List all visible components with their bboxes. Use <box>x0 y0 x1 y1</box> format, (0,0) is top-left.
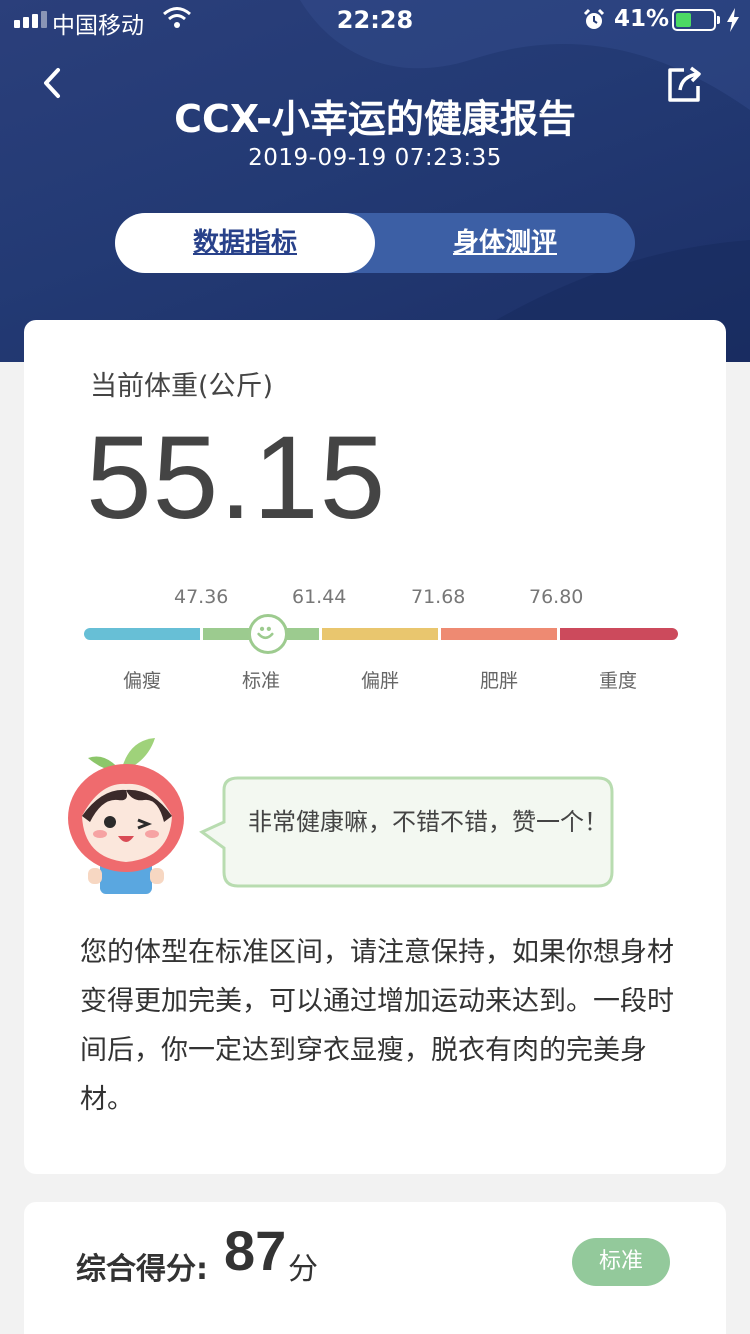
threshold-label: 76.80 <box>529 586 584 608</box>
tab-data-indicators[interactable]: 数据指标 <box>115 213 375 273</box>
category-label: 标准 <box>241 670 280 692</box>
score-value: 87 <box>224 1219 287 1282</box>
score-unit: 分 <box>288 1252 318 1287</box>
scale-segment-severe <box>560 628 678 640</box>
report-timestamp: 2019-09-19 07:23:35 <box>248 145 502 171</box>
tomato-mascot-icon <box>68 738 184 894</box>
weight-label: 当前体重(公斤) <box>90 371 274 402</box>
scale-segment-overweight <box>322 628 438 640</box>
threshold-label: 71.68 <box>411 586 466 608</box>
category-label: 肥胖 <box>479 670 518 692</box>
category-label: 重度 <box>598 670 637 692</box>
battery-percentage: 41% <box>614 6 670 32</box>
result-description: 您的体型在标准区间，请注意保持，如果你想身材变得更加完美，可以通过增加运动来达到… <box>80 937 674 1115</box>
tab-switcher: 数据指标 身体测评 <box>115 213 635 273</box>
current-position-smiley-icon <box>248 614 288 654</box>
category-label: 偏瘦 <box>122 670 161 692</box>
scale-segment-obese <box>441 628 557 640</box>
status-bar: 中国移动 22:28 41% <box>0 0 750 40</box>
mascot-speech-text: 非常健康嘛，不错不错，赞一个！ <box>248 808 608 836</box>
tab-body-assessment[interactable]: 身体测评 <box>375 213 635 273</box>
threshold-label: 47.36 <box>174 586 229 608</box>
category-label: 偏胖 <box>360 670 399 692</box>
page-title: CCX-小幸运的健康报告 <box>174 97 576 141</box>
status-badge: 标准 <box>572 1238 670 1286</box>
score-label: 综合得分: <box>76 1252 208 1287</box>
weight-card: 当前体重(公斤) 55.15 47.36 61.44 71.68 76.80 偏… <box>24 320 726 1174</box>
header-background <box>0 0 750 362</box>
weight-value: 55.15 <box>86 412 387 544</box>
charging-icon <box>727 8 739 32</box>
scale-segment-underweight <box>84 628 200 640</box>
header-wave-decoration <box>0 0 750 362</box>
battery-level <box>676 13 691 27</box>
threshold-label: 61.44 <box>292 586 347 608</box>
score-card: 综合得分: 87 分 标准 <box>24 1202 726 1334</box>
alarm-icon <box>583 8 605 29</box>
battery-icon <box>672 9 720 31</box>
